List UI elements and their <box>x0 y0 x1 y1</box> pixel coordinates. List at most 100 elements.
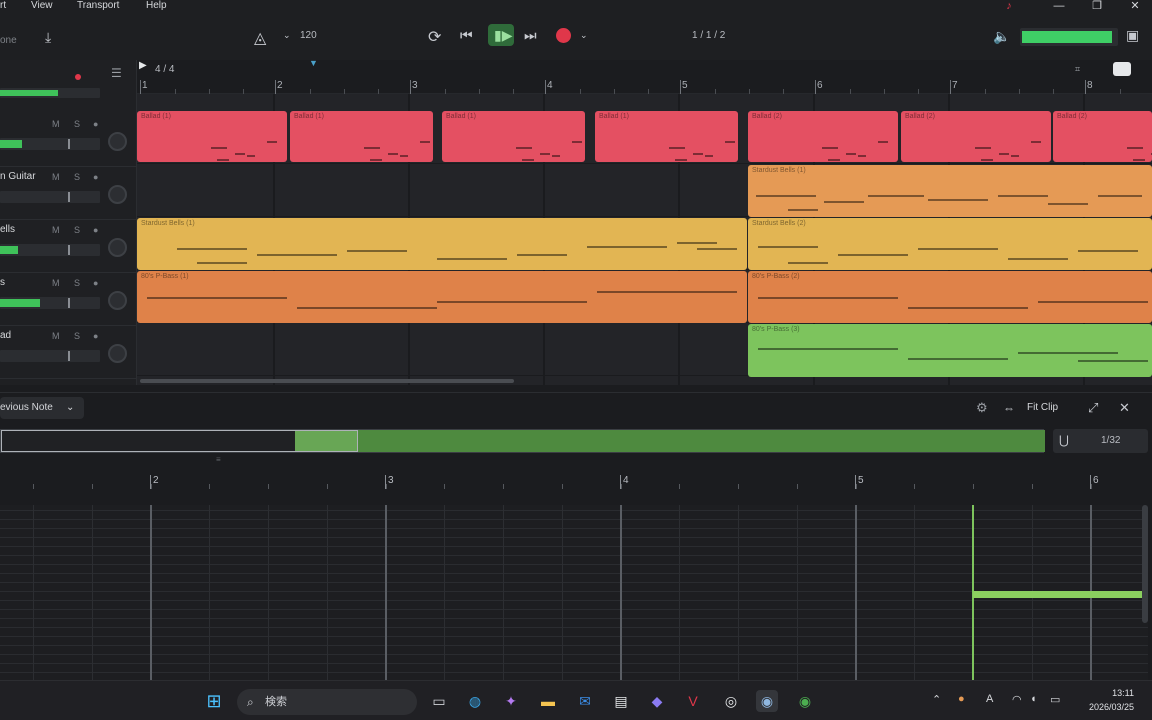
metronome-icon[interactable]: ◬ <box>254 28 266 48</box>
track-meter[interactable] <box>0 350 100 362</box>
midi-clip[interactable]: Ballad (1) <box>595 111 738 162</box>
panel-toggle-icon[interactable]: ▣ <box>1126 27 1139 44</box>
track-meter[interactable] <box>0 191 100 203</box>
midi-clip[interactable]: Ballad (2) <box>748 111 898 162</box>
close-window-icon[interactable]: ✕ <box>1128 0 1142 12</box>
midi-clip[interactable]: 80's P-Bass (2) <box>748 271 1152 323</box>
track-meter[interactable] <box>0 138 100 150</box>
toolbar-left-label[interactable]: one <box>0 35 17 46</box>
tray-language-icon[interactable]: A <box>986 693 993 705</box>
record-arm-button[interactable]: ● <box>93 331 98 341</box>
track-header[interactable]: ad M S ● <box>0 326 137 379</box>
taskbar-search[interactable]: ⌕ 検索 <box>237 689 417 715</box>
record-arm-button[interactable]: ● <box>93 278 98 288</box>
skip-back-icon[interactable]: ⏮ <box>460 27 473 44</box>
midi-clip[interactable]: Ballad (2) <box>901 111 1051 162</box>
wifi-icon[interactable]: ◠ <box>1012 693 1022 706</box>
close-editor-icon[interactable]: ✕ <box>1119 400 1130 416</box>
chrome-active-icon[interactable]: ◉ <box>756 690 778 712</box>
tray-overflow-icon[interactable]: ⌃ <box>932 693 941 706</box>
tempo-value[interactable]: 120 <box>300 30 317 41</box>
midi-clip[interactable]: Ballad (1) <box>442 111 585 162</box>
master-volume-meter[interactable] <box>1020 28 1118 46</box>
menu-view[interactable]: View <box>31 0 53 11</box>
midi-clip[interactable]: Ballad (1) <box>137 111 287 162</box>
expand-icon[interactable]: ⤢ <box>1088 400 1098 416</box>
file-explorer-icon[interactable]: ▬ <box>537 690 559 712</box>
chrome-icon[interactable]: ◉ <box>794 690 816 712</box>
playhead-marker-icon[interactable]: ▶ <box>139 60 147 71</box>
pan-knob[interactable] <box>108 344 127 363</box>
horizontal-scrollbar[interactable] <box>140 379 514 383</box>
note-selector-dropdown[interactable]: evious Note ⌄ <box>0 397 84 419</box>
speaker-icon[interactable]: 🔈 <box>993 28 1010 45</box>
track-list-menu-icon[interactable]: ☰ <box>111 66 122 80</box>
volume-icon[interactable]: ◖ <box>1030 693 1037 705</box>
solo-button[interactable]: S <box>74 225 80 235</box>
solo-button[interactable]: S <box>74 278 80 288</box>
arrangement-view[interactable]: Ballad (1) Ballad (1) Ballad (1) Ballad (1)… <box>137 94 1152 385</box>
track-header[interactable]: s M S ● <box>0 273 137 326</box>
track-header[interactable]: M S ● <box>0 114 137 167</box>
solo-button[interactable]: S <box>74 172 80 182</box>
clip-overview[interactable] <box>0 429 1045 453</box>
store-icon[interactable]: ▤ <box>610 690 632 712</box>
app-circle-icon[interactable]: ◎ <box>720 690 742 712</box>
midi-clip[interactable]: Stardust Bells (1) <box>137 218 747 270</box>
loop-icon[interactable]: ⟳ <box>428 27 441 47</box>
loop-marker-icon[interactable]: ▼ <box>309 58 318 68</box>
track-volume-handle[interactable] <box>68 298 70 308</box>
drag-handle-icon[interactable]: ≡ <box>216 455 221 464</box>
pan-knob[interactable] <box>108 291 127 310</box>
track-header[interactable]: n Guitar M S ● <box>0 167 137 220</box>
quantize-control[interactable]: ⋃ 1/32 <box>1053 429 1148 453</box>
track-volume-handle[interactable] <box>68 139 70 149</box>
time-signature[interactable]: 4 / 4 <box>155 64 174 75</box>
record-arm-indicator[interactable] <box>75 74 81 80</box>
solo-button[interactable]: S <box>74 119 80 129</box>
track-meter[interactable] <box>0 244 100 256</box>
midi-clip[interactable]: 80's P-Bass (3) <box>748 324 1152 377</box>
midi-clip[interactable]: Ballad (2) <box>1053 111 1152 162</box>
midi-clip[interactable]: Stardust Bells (2) <box>748 218 1152 270</box>
track-volume-handle[interactable] <box>68 245 70 255</box>
battery-icon[interactable]: ▭ <box>1050 693 1060 706</box>
record-arm-button[interactable]: ● <box>93 119 98 129</box>
mail-icon[interactable]: ✉ <box>574 690 596 712</box>
timeline-ruler[interactable]: ▶ 4 / 4 ▼ ⌗ 1 2 3 4 5 6 7 8 <box>137 58 1152 94</box>
menu-transport[interactable]: Transport <box>77 0 119 11</box>
solo-button[interactable]: S <box>74 331 80 341</box>
edge-browser-icon[interactable]: ◍ <box>464 690 486 712</box>
piano-roll-grid[interactable] <box>0 505 1148 681</box>
windows-start-icon[interactable]: ⊞ <box>203 690 225 712</box>
mute-button[interactable]: M <box>52 225 60 235</box>
copilot-icon[interactable]: ✦ <box>500 690 522 712</box>
tray-mic-icon[interactable]: ● <box>958 693 965 705</box>
app-v-icon[interactable]: V <box>682 690 704 712</box>
pan-knob[interactable] <box>108 238 127 257</box>
chevron-down-icon[interactable]: ⌄ <box>283 30 291 41</box>
app-icon[interactable]: ◆ <box>646 690 668 712</box>
play-button[interactable]: ▮▶ <box>488 24 514 46</box>
mute-button[interactable]: M <box>52 172 60 182</box>
minimize-icon[interactable]: — <box>1052 0 1066 12</box>
track-meter[interactable] <box>0 297 100 309</box>
menu-item[interactable]: rt <box>0 0 6 11</box>
piano-roll-note[interactable] <box>973 591 1148 598</box>
track-volume-handle[interactable] <box>68 351 70 361</box>
midi-clip[interactable]: Ballad (1) <box>290 111 433 162</box>
vertical-scrollbar[interactable] <box>1142 505 1148 623</box>
snap-icon[interactable]: ⌗ <box>1075 64 1080 75</box>
track-header[interactable]: ells M S ● <box>0 220 137 273</box>
mute-button[interactable]: M <box>52 119 60 129</box>
track-volume-handle[interactable] <box>68 192 70 202</box>
record-options-chevron-icon[interactable]: ⌄ <box>580 30 588 41</box>
maximize-icon[interactable]: ❐ <box>1090 0 1104 12</box>
notification-bell-icon[interactable]: ♪ <box>1002 0 1016 12</box>
settings-icon[interactable]: ⚙ <box>976 400 988 416</box>
fit-clip-icon[interactable]: ⇔ <box>1003 401 1015 415</box>
record-arm-button[interactable]: ● <box>93 225 98 235</box>
piano-roll-ruler[interactable]: 2 3 4 5 6 <box>0 475 1152 489</box>
mute-button[interactable]: M <box>52 278 60 288</box>
mute-button[interactable]: M <box>52 331 60 341</box>
